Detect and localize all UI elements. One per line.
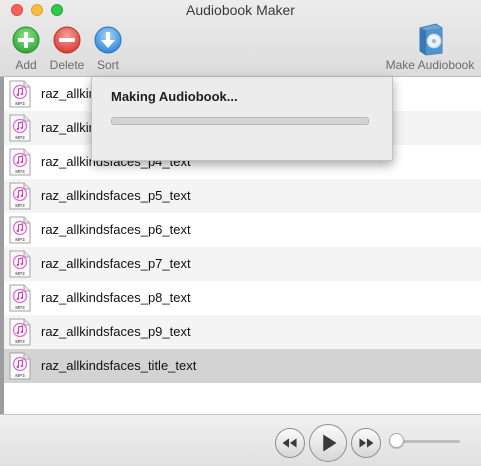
file-type-label: MP3 [15, 101, 25, 106]
file-row[interactable]: MP3 raz_allkindsfaces_title_text [4, 349, 481, 383]
app-window: Audiobook Maker Add Delete Sort Make Aud… [0, 0, 481, 466]
file-name: raz_allkindsfaces_p9_text [41, 324, 191, 339]
window-title: Audiobook Maker [186, 2, 295, 18]
player-bar [0, 414, 481, 466]
volume-track[interactable] [396, 440, 460, 443]
mp3-file-icon: MP3 [9, 216, 31, 244]
file-type-label: MP3 [15, 271, 25, 276]
mp3-file-icon: MP3 [9, 114, 31, 142]
fast-forward-button[interactable] [351, 428, 381, 458]
mp3-file-icon: MP3 [9, 80, 31, 108]
file-type-label: MP3 [15, 339, 25, 344]
volume-slider-knob[interactable] [389, 433, 404, 448]
file-type-label: MP3 [15, 169, 25, 174]
file-row[interactable]: MP3 raz_allkindsfaces_p8_text [4, 281, 481, 315]
file-type-label: MP3 [15, 135, 25, 140]
file-type-label: MP3 [15, 203, 25, 208]
minus-icon [53, 26, 81, 54]
progress-bar [111, 117, 369, 125]
file-type-label: MP3 [15, 373, 25, 378]
mp3-file-icon: MP3 [9, 182, 31, 210]
file-row[interactable]: MP3 raz_allkindsfaces_p9_text [4, 315, 481, 349]
transport-controls [275, 424, 381, 462]
file-row[interactable]: MP3 raz_allkindsfaces_p6_text [4, 213, 481, 247]
toolbar: Audiobook Maker Add Delete Sort Make Aud… [0, 0, 481, 77]
file-row[interactable]: MP3 raz_allkindsfaces_p5_text [4, 179, 481, 213]
mp3-file-icon: MP3 [9, 250, 31, 278]
mp3-file-icon: MP3 [9, 352, 31, 380]
sort-label: Sort [96, 58, 119, 72]
progress-sheet: Making Audiobook... [91, 77, 393, 161]
mp3-file-icon: MP3 [9, 148, 31, 176]
arrow-down-icon [94, 26, 122, 54]
rewind-icon [282, 438, 297, 448]
sort-button[interactable]: Sort [85, 26, 131, 74]
rewind-button[interactable] [275, 428, 305, 458]
play-button[interactable] [309, 424, 347, 462]
make-audiobook-label: Make Audiobook [385, 58, 475, 72]
file-name: raz_allkindsfaces_p7_text [41, 256, 191, 271]
file-name: raz_allkindsfaces_p5_text [41, 188, 191, 203]
audiobook-icon [415, 22, 447, 56]
file-name: raz_allkindsfaces_p8_text [41, 290, 191, 305]
sheet-title: Making Audiobook... [111, 89, 238, 104]
play-icon [323, 434, 337, 452]
file-row[interactable]: MP3 raz_allkindsfaces_p7_text [4, 247, 481, 281]
file-name: raz_allkindsfaces_title_text [41, 358, 197, 373]
mp3-file-icon: MP3 [9, 318, 31, 346]
file-name: raz_allkindsfaces_p6_text [41, 222, 191, 237]
file-type-label: MP3 [15, 305, 25, 310]
mp3-file-icon: MP3 [9, 284, 31, 312]
make-audiobook-button[interactable]: Make Audiobook [380, 22, 480, 74]
fast-forward-icon [359, 438, 374, 448]
file-type-label: MP3 [15, 237, 25, 242]
plus-icon [12, 26, 40, 54]
